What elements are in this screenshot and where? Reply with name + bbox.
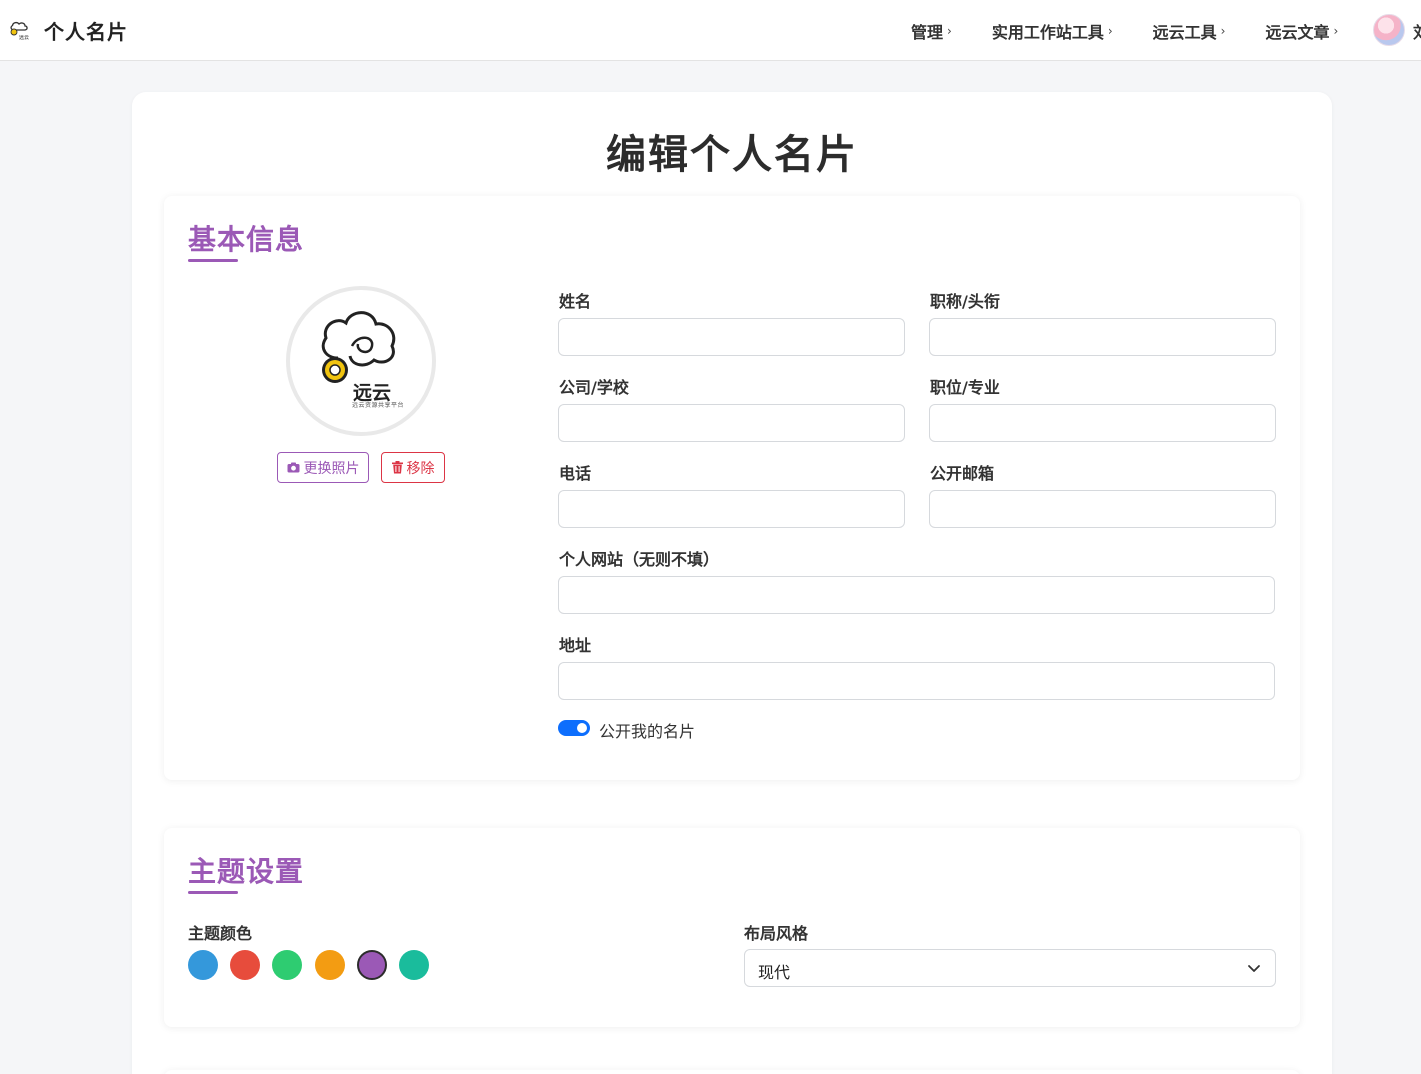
chevron-right-icon: › — [947, 24, 952, 38]
nav-item-yuanyun-tools[interactable]: 远云工具 › — [1153, 19, 1226, 43]
color-swatch-blue[interactable] — [188, 950, 218, 980]
nav-item-workstation-tools[interactable]: 实用工作站工具 › — [992, 19, 1113, 43]
basic-info-section: 基本信息 远云 远云资源共享平台 更换照片 移除 姓名 职称/头衔 公司/学校 … — [164, 196, 1300, 780]
section-title: 主题设置 — [188, 855, 305, 888]
yuanyun-logo-icon — [321, 311, 396, 383]
toggle-knob — [577, 723, 587, 733]
change-photo-label: 更换照片 — [303, 460, 360, 477]
theme-settings-section: 主题设置 主题颜色 布局风格 现代 — [164, 828, 1300, 1027]
color-swatch-purple[interactable] — [357, 950, 387, 980]
chevron-right-icon: › — [1107, 24, 1113, 38]
change-photo-button[interactable]: 更换照片 — [277, 452, 369, 483]
logo-subtext: 远云资源共享平台 — [352, 402, 405, 409]
main-nav: 管理 › 实用工作站工具 › 远云工具 › 远云文章 › — [911, 19, 1338, 43]
color-swatch-green[interactable] — [272, 950, 302, 980]
title-label: 职称/头衔 — [930, 292, 1000, 311]
remove-photo-button[interactable]: 移除 — [381, 452, 445, 483]
section-underline — [188, 259, 238, 262]
color-swatch-orange[interactable] — [315, 950, 345, 980]
email-label: 公开邮箱 — [930, 464, 995, 483]
address-input[interactable] — [558, 662, 1275, 700]
name-input[interactable] — [558, 318, 905, 356]
company-input[interactable] — [558, 404, 905, 442]
trash-icon — [391, 461, 403, 474]
top-navbar: 远云 个人名片 管理 › 实用工作站工具 › 远云工具 › 远云文章 › 刘 — [0, 0, 1421, 61]
brand[interactable]: 远云 个人名片 — [8, 16, 128, 45]
section-title: 基本信息 — [188, 223, 305, 256]
title-input[interactable] — [929, 318, 1276, 356]
address-label: 地址 — [559, 636, 592, 655]
website-input[interactable] — [558, 576, 1275, 614]
brand-title: 个人名片 — [44, 20, 128, 44]
position-input[interactable] — [929, 404, 1276, 442]
public-card-label: 公开我的名片 — [599, 722, 696, 741]
layout-style-value: 现代 — [758, 963, 791, 982]
remove-photo-label: 移除 — [406, 460, 435, 477]
section-underline — [188, 891, 238, 894]
nav-label: 远云文章 — [1265, 23, 1330, 42]
company-label: 公司/学校 — [559, 378, 629, 397]
website-label: 个人网站（无则不填） — [559, 550, 720, 569]
color-swatch-teal[interactable] — [399, 950, 429, 980]
position-label: 职位/专业 — [930, 378, 1000, 397]
nav-item-yuanyun-articles[interactable]: 远云文章 › — [1265, 19, 1338, 43]
svg-text:远云: 远云 — [19, 34, 29, 41]
phone-input[interactable] — [558, 490, 905, 528]
user-avatar[interactable] — [1373, 14, 1405, 46]
next-section — [164, 1070, 1300, 1074]
theme-color-label: 主题颜色 — [188, 924, 253, 943]
chevron-right-icon: › — [1333, 24, 1339, 38]
main-card: 编辑个人名片 基本信息 远云 远云资源共享平台 更换照片 移除 姓名 职称/头衔… — [132, 92, 1332, 1074]
phone-label: 电话 — [559, 464, 592, 483]
cloud-logo-icon: 远云 — [10, 21, 29, 41]
email-input[interactable] — [929, 490, 1276, 528]
public-card-toggle[interactable] — [558, 720, 590, 736]
layout-style-select[interactable]: 现代 — [744, 949, 1276, 987]
nav-label: 实用工作站工具 — [991, 23, 1104, 42]
user-name[interactable]: 刘 — [1413, 19, 1421, 43]
page-title: 编辑个人名片 — [606, 132, 858, 178]
nav-label: 管理 — [911, 23, 944, 42]
profile-photo: 远云 远云资源共享平台 — [286, 286, 436, 436]
camera-icon — [287, 462, 299, 473]
color-swatch-red[interactable] — [230, 950, 260, 980]
chevron-down-icon — [1248, 965, 1260, 972]
nav-item-manage[interactable]: 管理 › — [911, 19, 952, 43]
layout-style-label: 布局风格 — [744, 924, 809, 943]
nav-label: 远云工具 — [1152, 23, 1217, 42]
name-label: 姓名 — [559, 292, 592, 311]
chevron-right-icon: › — [1220, 24, 1226, 38]
